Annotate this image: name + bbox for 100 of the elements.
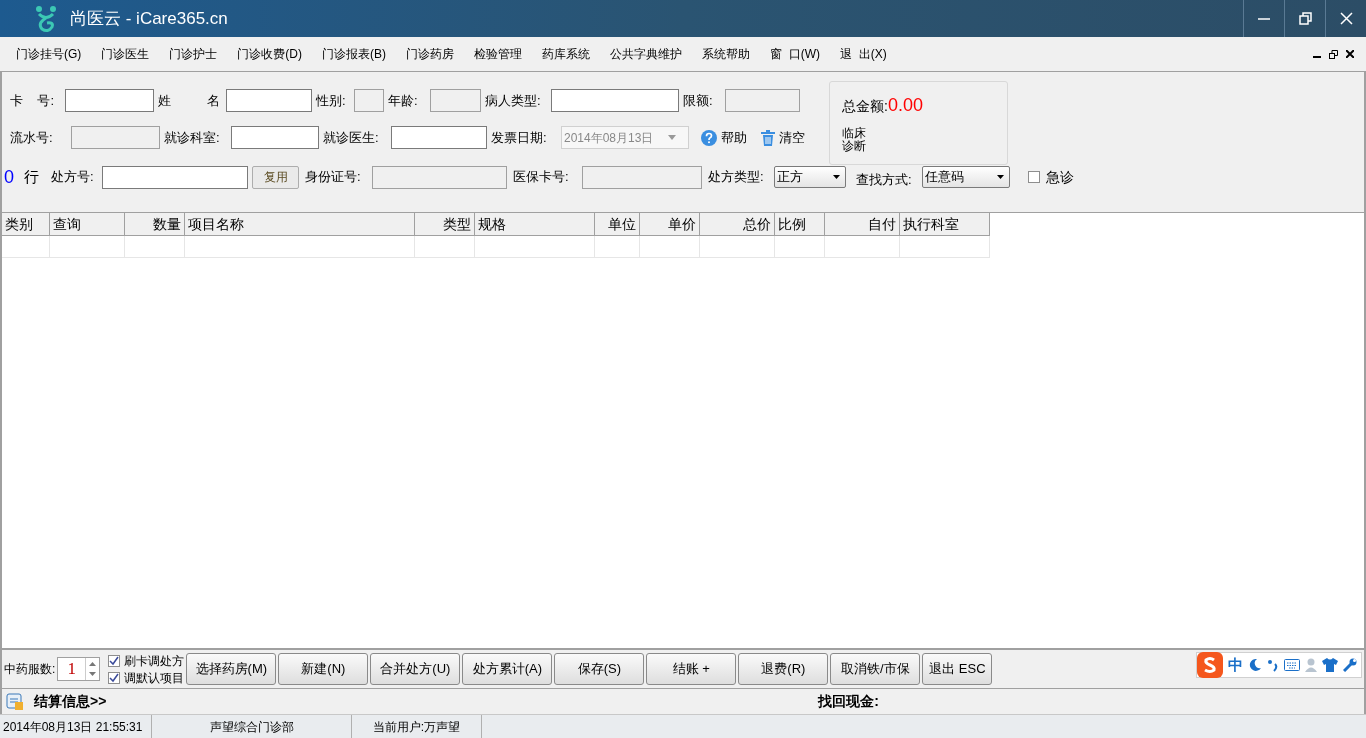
column-header[interactable]: 总价 (700, 213, 775, 236)
window-title: 尚医云 - iCare365.cn (70, 7, 228, 30)
field-label: 处方类型: (708, 168, 765, 187)
field-label: 身份证号: (305, 168, 362, 187)
toolbar-button[interactable]: 结账 + (646, 653, 737, 685)
field-label: 年龄: (388, 91, 419, 110)
field-label: 卡 号: (10, 91, 56, 110)
help-icon (701, 129, 717, 146)
logo-icon (34, 4, 58, 33)
shirt-icon[interactable] (1322, 658, 1338, 672)
field-label: 性别: (316, 91, 347, 110)
table-cell (2, 236, 50, 258)
number-spinner[interactable]: 1 (57, 657, 101, 681)
toolbar-button[interactable]: 退出 ESC (922, 653, 993, 685)
menu-item[interactable]: 门诊医生 (91, 45, 160, 63)
column-header[interactable]: 查询 (50, 213, 125, 236)
menu-item[interactable]: 系统帮助 (692, 45, 760, 63)
diagnosis-label: 临床诊断 (842, 127, 867, 154)
field-label: 就诊医生: (323, 128, 380, 147)
table-cell (125, 236, 185, 258)
change-label: 找回现金: (818, 692, 880, 711)
field-label: 病人类型: (485, 91, 542, 110)
checkbox[interactable] (1028, 171, 1040, 183)
status-text: 2014年08月13日 21:55:31 (0, 715, 152, 738)
total-label: 总金额: (842, 97, 888, 116)
dropdown-arrow-icon (833, 175, 840, 179)
toolbar-button[interactable]: 保存(S) (554, 653, 645, 685)
column-header[interactable]: 数量 (125, 213, 185, 236)
help-button[interactable]: 帮助 (701, 127, 747, 148)
field-label: 姓 名 (158, 91, 222, 110)
field-label: 限额: (683, 91, 714, 110)
toolbar-button[interactable]: 处方累计(A) (462, 653, 553, 685)
field-label: 就诊科室: (164, 128, 221, 147)
menu-item[interactable]: 门诊药房 (396, 45, 464, 63)
input-field[interactable] (391, 126, 487, 149)
field-label: 医保卡号: (513, 168, 570, 187)
column-header[interactable]: 类型 (415, 213, 475, 236)
ime-mode[interactable]: 中 (1228, 653, 1243, 677)
settlement-toggle[interactable]: 结算信息>> (34, 691, 107, 712)
checkbox-label: 急诊 (1046, 167, 1074, 187)
row-count: 0 (4, 165, 14, 189)
toolbar-button[interactable]: 选择药房(M) (186, 653, 277, 685)
field-label: 发票日期: (491, 128, 548, 147)
clear-button[interactable]: 清空 (761, 127, 805, 148)
menu-item[interactable]: 门诊护士 (159, 45, 228, 63)
close-icon (1339, 12, 1353, 25)
reuse-button[interactable]: 复用 (252, 165, 299, 189)
checkbox[interactable] (108, 671, 121, 684)
table-cell (595, 236, 640, 258)
column-header[interactable]: 比例 (775, 213, 825, 236)
column-header[interactable]: 类别 (2, 213, 50, 236)
trash-icon (761, 129, 775, 146)
input-field[interactable] (226, 89, 312, 112)
dropdown-arrow-icon (997, 175, 1004, 179)
toolbar-button[interactable]: 取消铁/市保 (830, 653, 921, 685)
menu-item[interactable]: 公共字典维护 (600, 45, 692, 63)
table-cell (775, 236, 825, 258)
input-field[interactable] (551, 89, 679, 112)
toolbar-button[interactable]: 合并处方(U) (370, 653, 461, 685)
table-cell (415, 236, 475, 258)
toolbar-button[interactable]: 新建(N) (278, 653, 369, 685)
menu-item[interactable]: 窗 口(W) (760, 45, 830, 63)
toolbar-button[interactable]: 退费(R) (738, 653, 829, 685)
column-header[interactable]: 单价 (640, 213, 700, 236)
input-field[interactable] (102, 165, 248, 189)
settlement-icon[interactable] (6, 692, 24, 711)
restore-icon (1298, 12, 1312, 25)
moon-icon[interactable] (1248, 658, 1262, 672)
dropdown-arrow-icon (668, 135, 676, 140)
column-header[interactable]: 规格 (475, 213, 595, 236)
restore-icon[interactable] (1329, 49, 1338, 59)
keyboard-icon[interactable] (1284, 659, 1300, 671)
status-text: 声望综合门诊部 (152, 715, 352, 738)
menu-item[interactable]: 药库系统 (532, 45, 600, 63)
column-header[interactable]: 单位 (595, 213, 640, 236)
input-field[interactable] (65, 89, 154, 112)
menu-item[interactable]: 门诊挂号(G) (6, 45, 92, 63)
input-field[interactable] (231, 126, 319, 149)
table-cell (640, 236, 700, 258)
close-icon[interactable] (1346, 49, 1354, 58)
column-header[interactable]: 自付 (825, 213, 900, 236)
column-header[interactable]: 执行科室 (900, 213, 990, 236)
row-label: 行 (24, 166, 39, 187)
field-label: 处方号: (51, 168, 95, 187)
column-header[interactable]: 项目名称 (185, 213, 415, 236)
punctuation-icon[interactable] (1267, 658, 1279, 672)
dropdown[interactable]: 正方 (774, 166, 846, 188)
ime-logo-icon[interactable] (1197, 652, 1223, 678)
status-text: 当前用户:万声望 (352, 715, 482, 738)
wrench-icon[interactable] (1343, 658, 1357, 672)
field-label: 流水号: (10, 128, 54, 147)
checkbox[interactable] (108, 654, 121, 667)
menu-item[interactable]: 退 出(X) (830, 45, 897, 63)
menu-item[interactable]: 门诊报表(B) (312, 45, 396, 63)
menu-item[interactable]: 检验管理 (464, 45, 532, 63)
dropdown[interactable]: 任意码 (922, 166, 1010, 188)
checkbox-label: 调默认项目 (124, 669, 185, 687)
checkbox-label: 刷卡调处方 (124, 652, 185, 670)
menu-item[interactable]: 门诊收费(D) (227, 45, 312, 63)
field-label: 中药服数: (4, 661, 56, 678)
